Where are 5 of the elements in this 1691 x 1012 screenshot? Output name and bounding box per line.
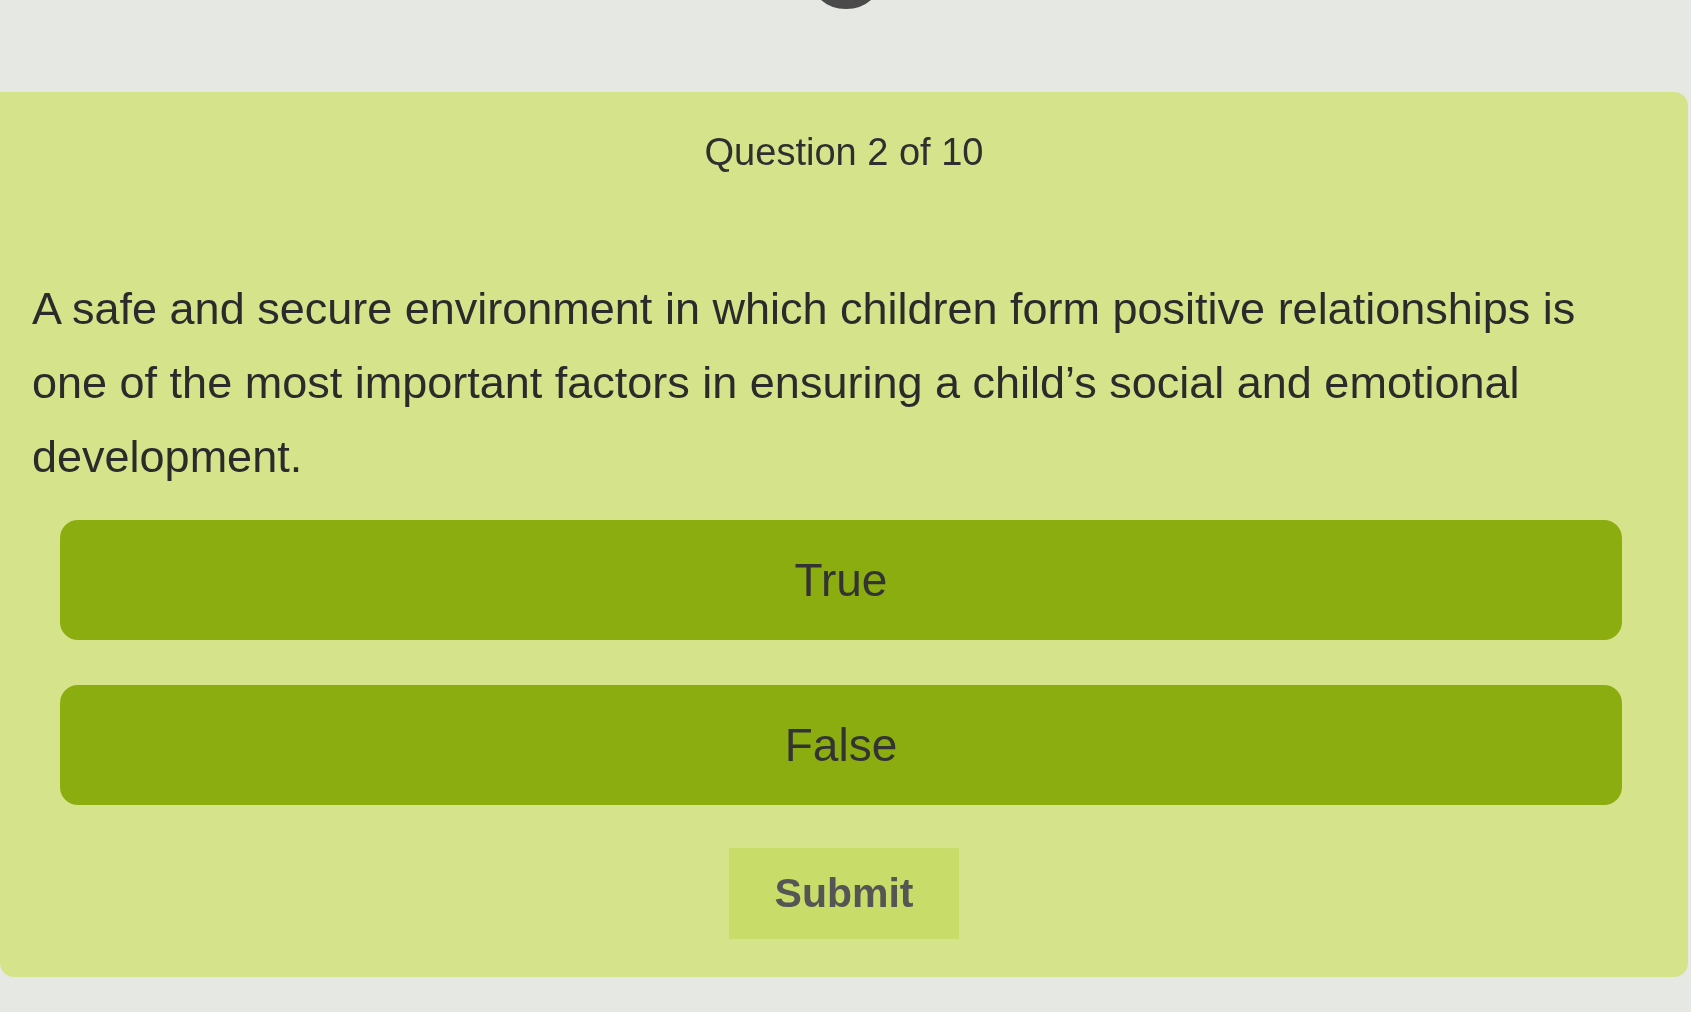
question-number: Question 2 of 10: [704, 130, 984, 174]
answer-option[interactable]: True: [60, 520, 1622, 640]
answer-option[interactable]: False: [60, 685, 1622, 805]
question-text: A safe and secure environment in which children form positive relationships is one of the most important factors in ensuring a child’s social and emotional development.: [32, 282, 1577, 484]
semicircle-icon: [820, 0, 871, 9]
